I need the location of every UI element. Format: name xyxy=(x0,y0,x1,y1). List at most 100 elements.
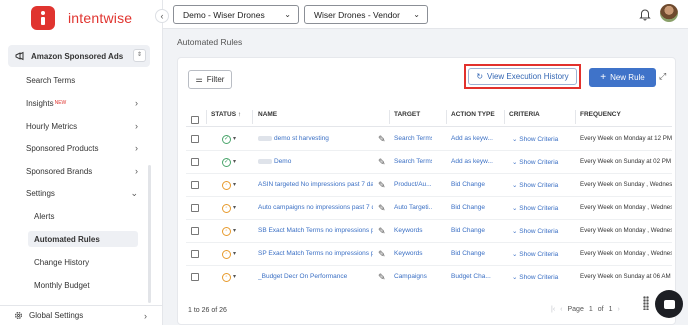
rule-name[interactable]: SP Exact Match Terms no impressions past… xyxy=(258,250,373,257)
rule-target[interactable]: Auto Targeti... xyxy=(394,204,432,211)
table-row[interactable]: ✓ ▾ Demo ✎ Search Terms Add as keyw... ⌄ … xyxy=(178,151,677,174)
status-paused-icon[interactable]: ◦ xyxy=(222,227,231,236)
show-criteria-toggle[interactable]: ⌄ Show Criteria xyxy=(512,227,558,235)
sidebar-item-global-settings[interactable]: Global Settings › xyxy=(0,305,163,325)
rule-name[interactable]: ASIN targeted No impressions past 7 days… xyxy=(258,181,373,188)
header-target[interactable]: TARGET xyxy=(394,111,420,118)
rule-name[interactable]: _Budget Decr On Performance xyxy=(258,273,373,280)
chat-bubble-icon[interactable] xyxy=(655,290,683,318)
table-row[interactable]: ◦ ▾ ASIN targeted No impressions past 7 d… xyxy=(178,174,677,197)
drag-handle-icon[interactable] xyxy=(643,296,649,310)
row-checkbox[interactable] xyxy=(191,227,199,235)
status-paused-icon[interactable]: ◦ xyxy=(222,250,231,259)
pencil-edit-icon[interactable]: ✎ xyxy=(378,134,386,145)
table-row[interactable]: ◦ ▾ SB Exact Match Terms no impressions p… xyxy=(178,220,677,243)
rule-target[interactable]: Campaigns xyxy=(394,273,432,280)
sidebar-subitem-monthly-budget[interactable]: Monthly Budget xyxy=(34,277,138,293)
show-criteria-toggle[interactable]: ⌄ Show Criteria xyxy=(512,273,558,281)
collapse-sidebar-button[interactable]: ‹ xyxy=(155,9,169,23)
rule-name[interactable]: Auto campaigns no impressions past 7 day… xyxy=(258,204,373,211)
pencil-edit-icon[interactable]: ✎ xyxy=(378,180,386,191)
rule-target[interactable]: Keywords xyxy=(394,250,432,257)
row-checkbox[interactable] xyxy=(191,158,199,166)
avatar[interactable] xyxy=(660,4,678,22)
row-checkbox[interactable] xyxy=(191,135,199,143)
pencil-edit-icon[interactable]: ✎ xyxy=(378,226,386,237)
row-checkbox[interactable] xyxy=(191,204,199,212)
rule-action-type[interactable]: Budget Cha... xyxy=(451,273,495,280)
rule-action-type[interactable]: Add as keyw... xyxy=(451,135,495,142)
sidebar-item-sponsored-brands[interactable]: Sponsored Brands › xyxy=(26,163,141,179)
next-page-icon[interactable]: › xyxy=(618,306,620,313)
status-paused-icon[interactable]: ◦ xyxy=(222,273,231,282)
rule-target[interactable]: Search Terms xyxy=(394,135,432,142)
row-checkbox[interactable] xyxy=(191,250,199,258)
table-row[interactable]: ◦ ▾ _Budget Decr On Performance ✎ Campaig… xyxy=(178,266,677,289)
sidebar-subitem-automated-rules[interactable]: Automated Rules xyxy=(28,231,138,247)
rule-target[interactable]: Product/Au... xyxy=(394,181,432,188)
rule-name[interactable]: SB Exact Match Terms no impressions past… xyxy=(258,227,373,234)
table-row[interactable]: ◦ ▾ Auto campaigns no impressions past 7 … xyxy=(178,197,677,220)
show-criteria-toggle[interactable]: ⌄ Show Criteria xyxy=(512,204,558,212)
chevron-down-icon[interactable]: ▾ xyxy=(233,158,236,165)
rule-name[interactable]: Demo xyxy=(258,158,373,165)
filter-button[interactable]: ⚌ Filter xyxy=(188,70,232,89)
sidebar-item-sponsored-products[interactable]: Sponsored Products › xyxy=(26,140,141,156)
header-frequency[interactable]: FREQUENCY xyxy=(580,111,621,118)
bell-icon[interactable] xyxy=(638,7,652,21)
rule-action-type[interactable]: Bid Change xyxy=(451,227,495,234)
pencil-edit-icon[interactable]: ✎ xyxy=(378,249,386,260)
status-active-icon[interactable]: ✓ xyxy=(222,158,231,167)
chevron-down-icon[interactable]: ▾ xyxy=(233,181,236,188)
pencil-edit-icon[interactable]: ✎ xyxy=(378,157,386,168)
view-execution-history-button[interactable]: ↻ View Execution History xyxy=(468,68,577,85)
rule-target[interactable]: Search Terms xyxy=(394,158,432,165)
rule-target[interactable]: Keywords xyxy=(394,227,432,234)
sidebar-subitem-change-history[interactable]: Change History xyxy=(34,254,138,270)
table-row[interactable]: ◦ ▾ SP Exact Match Terms no impressions p… xyxy=(178,243,677,266)
show-criteria-toggle[interactable]: ⌄ Show Criteria xyxy=(512,135,558,143)
account-select[interactable]: Demo - Wiser Drones ⌄ xyxy=(173,5,299,24)
status-paused-icon[interactable]: ◦ xyxy=(222,204,231,213)
sidebar-item-hourly-metrics[interactable]: Hourly Metrics › xyxy=(26,118,141,134)
row-checkbox[interactable] xyxy=(191,181,199,189)
header-action-type[interactable]: ACTION TYPE xyxy=(451,111,495,118)
sidebar-section-amazon-sponsored-ads[interactable]: Amazon Sponsored Ads ⇕ xyxy=(8,45,150,67)
show-criteria-toggle[interactable]: ⌄ Show Criteria xyxy=(512,250,558,258)
row-checkbox[interactable] xyxy=(191,273,199,281)
header-name[interactable]: NAME xyxy=(258,111,277,118)
table-row[interactable]: ✓ ▾ demo st harvesting ✎ Search Terms Add… xyxy=(178,128,677,151)
chevron-down-icon[interactable]: ▾ xyxy=(233,204,236,211)
show-criteria-toggle[interactable]: ⌄ Show Criteria xyxy=(512,181,558,189)
status-active-icon[interactable]: ✓ xyxy=(222,135,231,144)
prev-page-icon[interactable]: ‹ xyxy=(560,306,562,313)
rule-action-type[interactable]: Bid Change xyxy=(451,250,495,257)
first-page-icon[interactable]: |‹ xyxy=(551,306,555,313)
profile-select[interactable]: Wiser Drones - Vendor ⌄ xyxy=(304,5,428,24)
section-switch-icon[interactable]: ⇕ xyxy=(133,49,146,62)
header-criteria[interactable]: CRITERIA xyxy=(509,111,540,118)
sidebar-item-settings[interactable]: Settings ⌄ xyxy=(26,185,141,201)
page-current[interactable]: 1 xyxy=(589,306,593,313)
select-all-checkbox[interactable] xyxy=(191,116,199,124)
rule-action-type[interactable]: Add as keyw... xyxy=(451,158,495,165)
sidebar-item-insights[interactable]: Insights NEW › xyxy=(26,95,141,111)
pencil-edit-icon[interactable]: ✎ xyxy=(378,203,386,214)
rule-action-type[interactable]: Bid Change xyxy=(451,181,495,188)
chevron-down-icon[interactable]: ▾ xyxy=(233,135,236,142)
sidebar-item-search-terms[interactable]: Search Terms xyxy=(26,72,141,88)
chevron-down-icon[interactable]: ▾ xyxy=(233,273,236,280)
sidebar-subitem-alerts[interactable]: Alerts xyxy=(34,208,138,224)
chevron-down-icon[interactable]: ▾ xyxy=(233,227,236,234)
status-paused-icon[interactable]: ◦ xyxy=(222,181,231,190)
fullscreen-icon[interactable]: ⤢ xyxy=(659,71,670,82)
sidebar-scrollbar[interactable] xyxy=(148,165,151,303)
rule-name[interactable]: demo st harvesting xyxy=(258,135,373,142)
pencil-edit-icon[interactable]: ✎ xyxy=(378,272,386,283)
chevron-down-icon[interactable]: ▾ xyxy=(233,250,236,257)
header-status[interactable]: STATUS ↑ xyxy=(211,111,241,118)
rule-action-type[interactable]: Bid Change xyxy=(451,204,495,211)
brand-logo[interactable]: intentwise xyxy=(31,6,132,30)
show-criteria-toggle[interactable]: ⌄ Show Criteria xyxy=(512,158,558,166)
new-rule-button[interactable]: + New Rule xyxy=(589,68,656,87)
